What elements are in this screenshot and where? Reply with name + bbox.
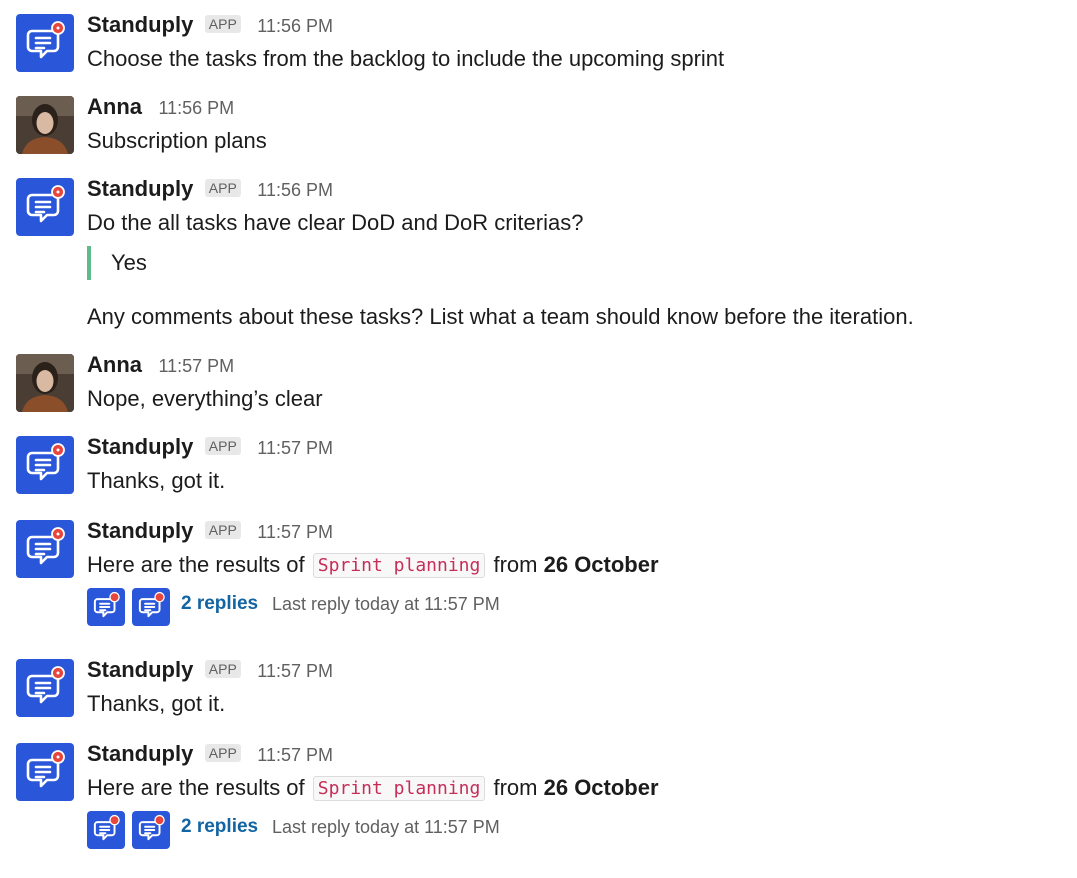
quoted-answer: Yes bbox=[87, 246, 147, 280]
message-timestamp[interactable]: 11:57 PM bbox=[257, 438, 333, 458]
standuply-avatar-icon[interactable] bbox=[16, 178, 74, 236]
results-prefix: Here are the results of bbox=[87, 775, 305, 800]
report-name-code: Sprint planning bbox=[312, 776, 486, 801]
app-badge: APP bbox=[204, 437, 241, 455]
sender-name[interactable]: Standuply bbox=[87, 657, 193, 682]
message-text: Here are the results of Sprint planning … bbox=[87, 550, 659, 581]
message-timestamp[interactable]: 11:57 PM bbox=[158, 356, 234, 376]
sender-name[interactable]: Standuply bbox=[87, 12, 193, 37]
standuply-avatar-icon[interactable] bbox=[16, 743, 74, 801]
results-prefix: Here are the results of bbox=[87, 552, 305, 577]
anna-avatar[interactable] bbox=[16, 354, 74, 412]
results-from: from bbox=[493, 775, 538, 800]
sender-name[interactable]: Standuply bbox=[87, 518, 193, 543]
sender-name[interactable]: Standuply bbox=[87, 434, 193, 459]
thread-participant-avatar-icon[interactable] bbox=[87, 588, 125, 626]
message-timestamp[interactable]: 11:56 PM bbox=[257, 16, 333, 36]
message-timestamp[interactable]: 11:56 PM bbox=[158, 98, 234, 118]
message-header: Anna 11:57 PM bbox=[87, 352, 234, 382]
report-name-code: Sprint planning bbox=[312, 553, 486, 578]
app-badge: APP bbox=[204, 15, 241, 33]
message-header: Standuply APP 11:56 PM bbox=[87, 176, 333, 206]
message-text: Here are the results of Sprint planning … bbox=[87, 773, 659, 804]
message-header: Standuply APP 11:57 PM bbox=[87, 741, 333, 771]
thread-participant-avatar-icon[interactable] bbox=[132, 588, 170, 626]
message-text: Thanks, got it. bbox=[87, 468, 226, 493]
standuply-avatar-icon[interactable] bbox=[16, 14, 74, 72]
thread-replies-link[interactable]: 2 replies bbox=[181, 816, 258, 838]
report-date: 26 October bbox=[543, 552, 659, 577]
message-timestamp[interactable]: 11:57 PM bbox=[257, 745, 333, 765]
thread-replies-link[interactable]: 2 replies bbox=[181, 593, 258, 615]
sender-name[interactable]: Standuply bbox=[87, 176, 193, 201]
app-badge: APP bbox=[204, 744, 241, 762]
message-text: Subscription plans bbox=[87, 128, 267, 153]
message-text: Do the all tasks have clear DoD and DoR … bbox=[87, 210, 584, 235]
app-badge: APP bbox=[204, 179, 241, 197]
message-header: Standuply APP 11:56 PM bbox=[87, 12, 333, 42]
message-header: Standuply APP 11:57 PM bbox=[87, 657, 333, 687]
standuply-avatar-icon[interactable] bbox=[16, 659, 74, 717]
sender-name[interactable]: Standuply bbox=[87, 741, 193, 766]
message-text: Choose the tasks from the backlog to inc… bbox=[87, 46, 725, 71]
thread-participant-avatar-icon[interactable] bbox=[132, 811, 170, 849]
message-header: Standuply APP 11:57 PM bbox=[87, 518, 333, 548]
message-text: Thanks, got it. bbox=[87, 691, 226, 716]
message-timestamp[interactable]: 11:57 PM bbox=[257, 522, 333, 542]
followup-question: Any comments about these tasks? List wha… bbox=[87, 304, 914, 329]
message-timestamp[interactable]: 11:56 PM bbox=[257, 180, 333, 200]
message-text: Nope, everything’s clear bbox=[87, 386, 323, 411]
message-header: Anna 11:56 PM bbox=[87, 94, 234, 124]
anna-avatar[interactable] bbox=[16, 96, 74, 154]
thread-participant-avatar-icon[interactable] bbox=[87, 811, 125, 849]
app-badge: APP bbox=[204, 521, 241, 539]
app-badge: APP bbox=[204, 660, 241, 678]
sender-name[interactable]: Anna bbox=[87, 94, 142, 119]
message-header: Standuply APP 11:57 PM bbox=[87, 434, 333, 464]
standuply-avatar-icon[interactable] bbox=[16, 436, 74, 494]
thread-last-reply: Last reply today at 11:57 PM bbox=[272, 817, 500, 837]
thread-last-reply: Last reply today at 11:57 PM bbox=[272, 594, 500, 614]
standuply-avatar-icon[interactable] bbox=[16, 520, 74, 578]
message-timestamp[interactable]: 11:57 PM bbox=[257, 661, 333, 681]
sender-name[interactable]: Anna bbox=[87, 352, 142, 377]
report-date: 26 October bbox=[543, 775, 659, 800]
results-from: from bbox=[493, 552, 538, 577]
